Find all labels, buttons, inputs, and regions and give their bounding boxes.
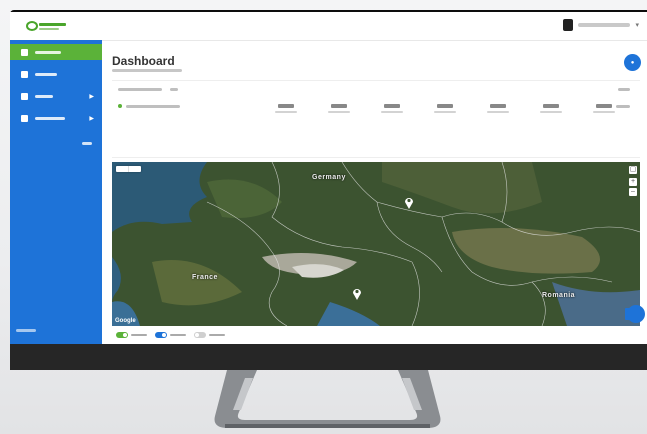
- map-imagery: [112, 162, 640, 326]
- map-type-option[interactable]: [116, 166, 129, 172]
- page-title: Dashboard: [112, 54, 175, 68]
- sidebar-sub-item[interactable]: [82, 142, 92, 145]
- satellite-map[interactable]: ▢ + – Germany France Romania Google: [112, 162, 640, 326]
- legend-label: [170, 334, 186, 336]
- map-type-option[interactable]: [129, 166, 141, 172]
- user-name: [578, 23, 631, 27]
- metric-cell: [325, 104, 353, 113]
- user-avatar-icon: [563, 19, 574, 31]
- metric-cell: [484, 104, 512, 113]
- chat-button[interactable]: [627, 305, 645, 323]
- top-bar: ▾: [10, 12, 647, 41]
- sidebar-footer: [16, 329, 36, 332]
- legend-toggle-online[interactable]: [116, 332, 147, 338]
- sidebar-item-label: [35, 50, 61, 54]
- user-menu[interactable]: ▾: [563, 19, 639, 31]
- sidebar-item-settings[interactable]: ▶: [10, 110, 102, 126]
- map-pin-icon[interactable]: [352, 287, 362, 300]
- legend-label: [209, 334, 225, 336]
- stats-row-label: [118, 88, 162, 91]
- sidebar-item-label: [35, 72, 57, 76]
- map-label-germany: Germany: [312, 174, 346, 181]
- people-icon: [21, 70, 28, 78]
- toggle-switch[interactable]: [116, 332, 128, 338]
- toggle-switch[interactable]: [155, 332, 167, 338]
- legend-toggle-active[interactable]: [155, 332, 186, 338]
- sidebar-item-map[interactable]: [10, 44, 102, 60]
- chevron-down-icon: ▾: [635, 22, 639, 29]
- metric-cell: [378, 104, 406, 113]
- metric-cell: [537, 104, 565, 113]
- gear-icon: [21, 114, 28, 122]
- zoom-in-button[interactable]: +: [629, 178, 637, 186]
- toggle-switch[interactable]: [194, 332, 206, 338]
- legend-toggle-offline[interactable]: [194, 332, 225, 338]
- device-name[interactable]: [126, 105, 180, 108]
- report-icon: [21, 92, 28, 100]
- sidebar-item-people[interactable]: [10, 66, 102, 82]
- map-label-romania: Romania: [542, 292, 576, 299]
- monitor-stand: [214, 370, 441, 428]
- stats-panel: [112, 80, 640, 158]
- chevron-right-icon: ▶: [89, 115, 94, 122]
- sidebar-item-label: [35, 116, 65, 120]
- metric-cell: [431, 104, 459, 113]
- map-type-toggle[interactable]: [116, 166, 141, 172]
- sidebar: ▶ ▶: [10, 40, 102, 344]
- map-legend: [116, 332, 225, 338]
- sidebar-item-reports[interactable]: ▶: [10, 88, 102, 104]
- action-button[interactable]: ●: [624, 54, 641, 71]
- app-screen: ▾ ▶ ▶ Dashboard ● ▢ + – Germany France R…: [10, 12, 647, 344]
- stats-row-end: [618, 88, 630, 91]
- stats-row-end: [616, 105, 630, 108]
- map-label-france: France: [192, 274, 218, 281]
- chevron-right-icon: ▶: [89, 93, 94, 100]
- legend-label: [131, 334, 147, 336]
- sidebar-item-label: [35, 94, 53, 98]
- stats-row-label: [170, 88, 178, 91]
- brand-logo-icon: [26, 21, 66, 31]
- plus-icon: ●: [630, 59, 635, 66]
- page-subtitle: [112, 69, 182, 72]
- fullscreen-button[interactable]: ▢: [629, 166, 637, 174]
- metric-cell: [272, 104, 300, 113]
- map-pin-icon[interactable]: [404, 196, 414, 209]
- zoom-out-button[interactable]: –: [629, 188, 637, 196]
- status-dot-icon: [118, 104, 122, 108]
- metric-cell: [590, 104, 618, 113]
- globe-icon: [21, 48, 28, 56]
- monitor-chin: [10, 344, 647, 370]
- map-attribution: Google: [115, 318, 136, 324]
